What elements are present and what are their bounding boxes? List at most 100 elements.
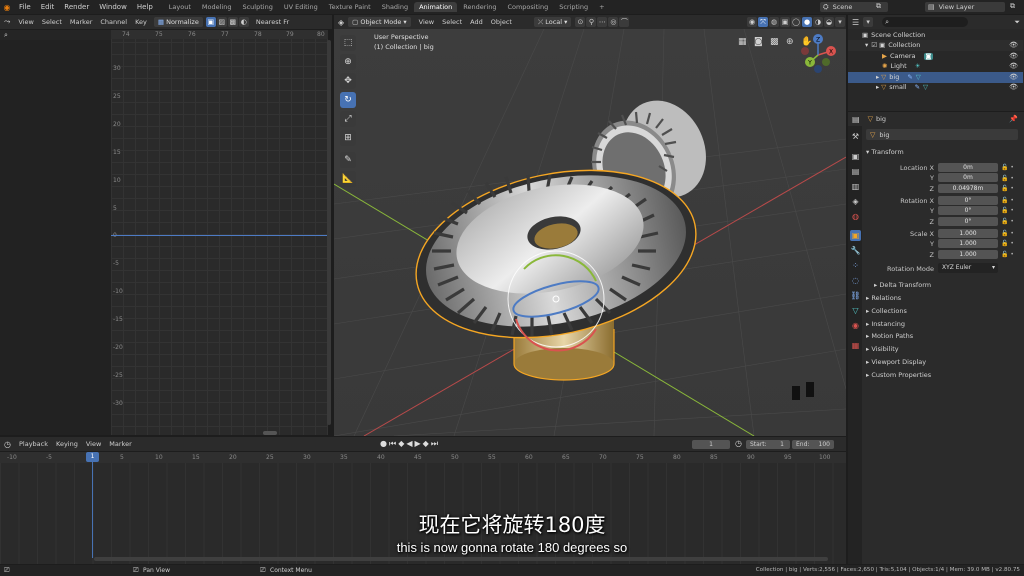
world-tab-icon[interactable]: ◍ <box>850 211 861 222</box>
view-object-types-icon[interactable]: ◉ <box>747 17 757 27</box>
rotation-y-field[interactable]: 0° <box>938 206 998 215</box>
tab-layout[interactable]: Layout <box>164 2 196 12</box>
tab-animation[interactable]: Animation <box>414 2 458 12</box>
lock-icon[interactable]: 🔓 • <box>1001 206 1021 217</box>
location-z-field[interactable]: 0.04978m <box>938 184 998 193</box>
constraints-tab-icon[interactable]: ⛓ <box>850 290 861 301</box>
visibility-panel[interactable]: ▸ Visibility <box>866 345 899 353</box>
shading-options-icon[interactable]: ▾ <box>835 17 845 27</box>
snap-icon[interactable]: ⚲ <box>586 17 597 27</box>
eye-icon[interactable]: 👁 <box>1009 73 1018 81</box>
record-icon[interactable]: ● <box>380 439 387 449</box>
current-frame-field[interactable]: 1 <box>692 440 730 449</box>
measure-tool-icon[interactable]: 📐 <box>340 171 356 187</box>
play-reverse-icon[interactable]: ◀ <box>406 439 412 449</box>
viewport-display-panel[interactable]: ▸ Viewport Display <box>866 358 926 366</box>
scale-tool-icon[interactable]: ⤢ <box>340 111 356 127</box>
start-frame-field[interactable]: Start: 1 <box>746 440 790 449</box>
jump-end-icon[interactable]: ⏭ <box>431 439 438 449</box>
modifier-tab-icon[interactable]: 🔧 <box>850 245 861 256</box>
viewport-menu-object[interactable]: Object <box>487 18 516 26</box>
lock-icon[interactable]: 🔓 • <box>1001 163 1021 174</box>
outliner-item-light[interactable]: ✺ Light ☀ 👁 <box>848 61 1023 72</box>
pivot-icon[interactable]: ⊙ <box>575 17 586 27</box>
shading-solid-icon[interactable]: ● <box>802 17 812 27</box>
eye-icon[interactable]: 👁 <box>1009 52 1018 60</box>
scale-y-field[interactable]: 1.000 <box>938 239 998 248</box>
timeline-menu-keying[interactable]: Keying <box>52 440 82 448</box>
motion-paths-panel[interactable]: ▸ Motion Paths <box>866 332 913 340</box>
gizmo-toggle-icon[interactable]: ⤧ <box>758 17 768 27</box>
cursor-tool-icon[interactable]: ⊕ <box>340 54 356 70</box>
filter-funnel-icon[interactable]: ⏷ <box>1010 18 1024 27</box>
expand-arrow-icon[interactable]: ▸ <box>876 73 879 81</box>
add-workspace-button[interactable]: + <box>594 2 609 12</box>
tab-shading[interactable]: Shading <box>377 2 413 12</box>
timeline-menu-playback[interactable]: Playback <box>15 440 52 448</box>
scale-x-field[interactable]: 1.000 <box>938 229 998 238</box>
blender-logo-icon[interactable]: ◉ <box>0 3 14 12</box>
menu-help[interactable]: Help <box>132 3 158 11</box>
graph-vertical-scrollbar[interactable] <box>327 40 331 425</box>
scene-tab-icon[interactable]: ◈ <box>850 196 861 207</box>
menu-edit[interactable]: Edit <box>36 3 60 11</box>
timeline-editor-icon[interactable]: ◷ <box>0 440 15 449</box>
expand-arrow-icon[interactable]: ▾ <box>865 41 868 49</box>
viewport-menu-add[interactable]: Add <box>466 18 487 26</box>
proportional-edit-icon[interactable]: ◎ <box>608 17 619 27</box>
particles-tab-icon[interactable]: ⁘ <box>850 260 861 271</box>
eye-icon[interactable]: 👁 <box>1009 83 1018 91</box>
expand-arrow-icon[interactable]: ▸ <box>876 83 879 91</box>
texture-tab-icon[interactable]: ▦ <box>850 340 861 351</box>
timeline-ruler[interactable] <box>0 452 846 463</box>
snap-target-icon[interactable]: ⋯ <box>597 17 608 27</box>
viewport-menu-view[interactable]: View <box>415 18 438 26</box>
menu-file[interactable]: File <box>14 3 36 11</box>
tab-modeling[interactable]: Modeling <box>197 2 237 12</box>
viewport-menu-select[interactable]: Select <box>438 18 466 26</box>
object-name-field[interactable]: ▽ big <box>866 129 1018 140</box>
object-tab-icon[interactable]: ▣ <box>850 230 861 241</box>
outliner-item-camera[interactable]: ▶ Camera ◙ 👁 <box>848 51 1023 62</box>
tab-uv-editing[interactable]: UV Editing <box>279 2 323 12</box>
interpolation-selector[interactable]: Nearest Fr <box>252 18 293 26</box>
lock-icon[interactable]: 🔓 • <box>1001 217 1021 228</box>
end-frame-field[interactable]: End: 100 <box>792 440 834 449</box>
outliner-search-input[interactable]: ⌕ <box>882 17 969 27</box>
orientation-selector[interactable]: ⤫ Local ▾ <box>533 17 572 27</box>
location-x-field[interactable]: 0m <box>938 163 998 172</box>
transform-tool-icon[interactable]: ⊞ <box>340 130 356 146</box>
prev-keyframe-icon[interactable]: ◆ <box>398 439 404 449</box>
channel-list[interactable] <box>0 40 111 435</box>
outliner-editor-icon[interactable]: ☰ <box>848 18 863 27</box>
graph-menu-key[interactable]: Key <box>131 18 151 26</box>
tab-texture-paint[interactable]: Texture Paint <box>324 2 376 12</box>
output-tab-icon[interactable]: ▤ <box>850 166 861 177</box>
preview-range-icon[interactable]: ◷ <box>735 439 742 448</box>
zoom-icon[interactable]: ⊕ <box>786 37 794 47</box>
editor-type-icon[interactable]: ⤳ <box>0 17 14 27</box>
rotation-z-field[interactable]: 0° <box>938 217 998 226</box>
tab-sculpting[interactable]: Sculpting <box>237 2 277 12</box>
tab-scripting[interactable]: Scripting <box>554 2 593 12</box>
lock-icon[interactable]: 🔓 • <box>1001 239 1021 250</box>
properties-editor-icon[interactable]: ▤ <box>848 115 864 124</box>
eye-icon[interactable]: 👁 <box>1009 62 1018 70</box>
object-data-tab-icon[interactable]: ▽ <box>850 305 861 316</box>
graph-search-bar[interactable]: ⌕ <box>0 30 111 40</box>
transform-panel-header[interactable]: ▾ Transform <box>866 148 904 156</box>
select-box-tool-icon[interactable]: ⬚ <box>340 35 356 51</box>
lock-icon[interactable]: 🔓 • <box>1001 174 1021 185</box>
outliner-display-mode-icon[interactable]: ▾ <box>863 17 874 27</box>
graph-horizontal-scrollbar[interactable] <box>263 431 277 435</box>
graph-menu-channel[interactable]: Channel <box>96 18 131 26</box>
annotate-tool-icon[interactable]: ✎ <box>340 152 356 168</box>
pin-icon[interactable]: 📌 <box>1009 115 1018 123</box>
checkbox-icon[interactable]: ☑ <box>871 41 877 49</box>
custom-properties-panel[interactable]: ▸ Custom Properties <box>866 371 931 379</box>
rotation-mode-dropdown[interactable]: XYZ Euler ▾ <box>938 263 998 273</box>
graph-menu-marker[interactable]: Marker <box>66 18 96 26</box>
falloff-icon[interactable]: ⌒ <box>619 17 630 27</box>
viewport-canvas[interactable]: X Z Y ▦ ◙ ▩ ⊕ ✋ <box>334 29 846 436</box>
physics-tab-icon[interactable]: ◌ <box>850 275 861 286</box>
